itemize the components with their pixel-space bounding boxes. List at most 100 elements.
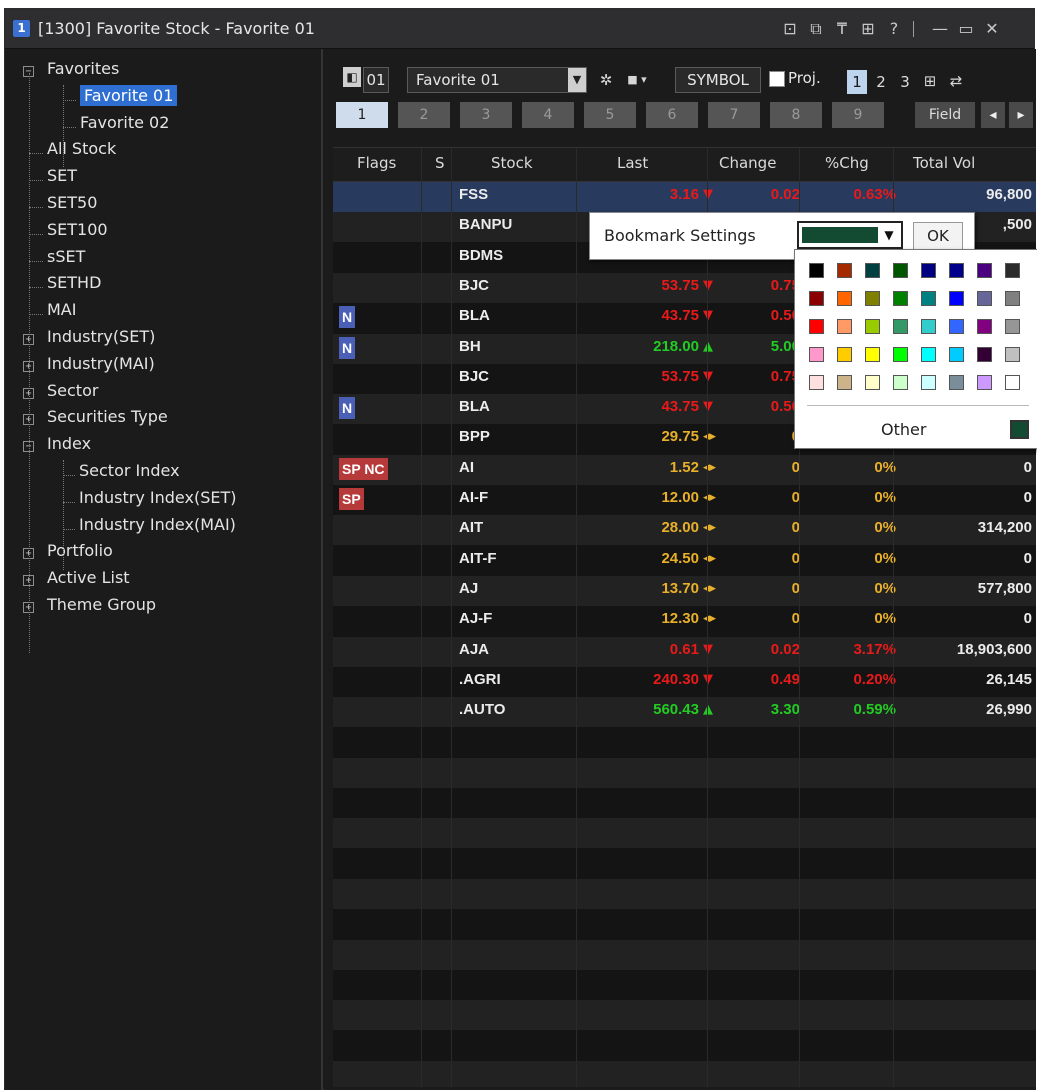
tab-4[interactable]: 4	[522, 102, 574, 128]
chevron-down-icon[interactable]: ▼	[568, 68, 586, 92]
chevron-down-icon[interactable]: ▼	[880, 227, 898, 243]
table-row[interactable]: AJA 0.61 ▼ 0.02 3.17% 18,903,600	[333, 636, 1036, 667]
table-row[interactable]	[333, 727, 1036, 757]
add-column-icon[interactable]: ⊞	[919, 68, 941, 94]
color-swatch[interactable]	[977, 375, 992, 390]
color-swatch[interactable]	[893, 319, 908, 334]
tree-item-sector[interactable]: Sector	[47, 381, 98, 405]
tab-6[interactable]: 6	[646, 102, 698, 128]
table-row[interactable]	[333, 878, 1036, 909]
color-swatch[interactable]	[893, 291, 908, 306]
swap-icon[interactable]: ⇄	[945, 68, 967, 94]
table-row[interactable]	[333, 1060, 1036, 1087]
tree-item-favorite-01[interactable]: Favorite 01	[80, 84, 178, 110]
table-row[interactable]	[333, 1000, 1036, 1031]
color-swatch[interactable]	[949, 347, 964, 362]
group-number-field[interactable]: 01	[363, 67, 389, 93]
color-swatch[interactable]	[1005, 347, 1020, 362]
color-swatch[interactable]	[1005, 319, 1020, 334]
table-row[interactable]	[333, 939, 1036, 970]
table-row[interactable]	[333, 818, 1036, 849]
pin-icon[interactable]: ₸	[831, 18, 853, 40]
color-swatch[interactable]	[949, 319, 964, 334]
color-swatch[interactable]	[893, 375, 908, 390]
table-row[interactable]: .AGRI 240.30 ▼ 0.49 0.20% 26,145	[333, 667, 1036, 697]
table-row[interactable]	[333, 757, 1036, 788]
tree-item-favorite-02[interactable]: Favorite 02	[80, 113, 169, 137]
tab-2[interactable]: 2	[398, 102, 450, 128]
other-color-label[interactable]: Other	[881, 420, 926, 439]
column-header--chg[interactable]: %Chg	[825, 154, 869, 172]
page-button-2[interactable]: 2	[871, 70, 891, 94]
tree-item-industry-set[interactable]: Industry(SET)	[47, 327, 155, 351]
tree-item-set100[interactable]: SET100	[47, 220, 108, 244]
tab-1[interactable]: 1	[336, 102, 388, 128]
table-row[interactable]	[333, 970, 1036, 1000]
color-swatch[interactable]	[837, 347, 852, 362]
layout-icon[interactable]: ⊞	[857, 18, 879, 40]
tree-item-sethd[interactable]: SETHD	[47, 273, 101, 297]
color-swatch[interactable]	[837, 291, 852, 306]
color-swatch[interactable]	[1005, 263, 1020, 278]
page-button-3[interactable]: 3	[895, 70, 915, 94]
tree-item-all-stock[interactable]: All Stock	[47, 139, 116, 163]
minimize-icon[interactable]: —	[929, 18, 951, 40]
tree-item-industry-index-mai[interactable]: Industry Index(MAI)	[79, 515, 236, 539]
tree-item-industry-index-set[interactable]: Industry Index(SET)	[79, 488, 236, 512]
column-header-stock[interactable]: Stock	[491, 154, 533, 172]
field-button[interactable]: Field	[915, 102, 975, 128]
tree-item-set50[interactable]: SET50	[47, 193, 97, 217]
color-swatch[interactable]	[949, 291, 964, 306]
help-icon[interactable]: ?	[883, 18, 905, 40]
tree-item-portfolio[interactable]: Portfolio	[47, 541, 113, 565]
table-row[interactable]: AJ-F 12.30 ◂▸ 0 0% 0	[333, 606, 1036, 636]
grid-view-icon[interactable]: ◧	[343, 67, 361, 87]
table-row[interactable]: SP NC AI 1.52 ◂▸ 0 0% 0	[333, 454, 1036, 485]
tree-item-active-list[interactable]: Active List	[47, 568, 130, 592]
color-swatch[interactable]	[837, 375, 852, 390]
color-swatch[interactable]	[921, 375, 936, 390]
table-row[interactable]	[333, 909, 1036, 939]
tab-5[interactable]: 5	[584, 102, 636, 128]
bookmark-color-select[interactable]: ▼	[797, 221, 903, 249]
table-row[interactable]: AIT-F 24.50 ◂▸ 0 0% 0	[333, 546, 1036, 576]
link-window-icon[interactable]: ⊡	[779, 18, 801, 40]
color-swatch[interactable]	[809, 375, 824, 390]
tree-item-industry-mai[interactable]: Industry(MAI)	[47, 354, 155, 378]
color-swatch[interactable]	[921, 263, 936, 278]
tab-3[interactable]: 3	[460, 102, 512, 128]
column-header-flags[interactable]: Flags	[357, 154, 396, 172]
color-swatch[interactable]	[809, 319, 824, 334]
tree-item-sector-index[interactable]: Sector Index	[79, 461, 180, 485]
group-select[interactable]: Favorite 01 ▼	[407, 67, 587, 93]
color-mark-dropdown[interactable]: ■ ▾	[625, 67, 649, 93]
close-icon[interactable]: ✕	[981, 18, 1003, 40]
maximize-icon[interactable]: ▭	[955, 18, 977, 40]
title-bar[interactable]: 1 [1300] Favorite Stock - Favorite 01 ⊡ …	[5, 9, 1034, 49]
color-swatch[interactable]	[977, 263, 992, 278]
color-swatch[interactable]	[949, 263, 964, 278]
color-swatch[interactable]	[837, 319, 852, 334]
color-swatch[interactable]	[809, 347, 824, 362]
tab-9[interactable]: 9	[832, 102, 884, 128]
page-button-1[interactable]: 1	[847, 70, 867, 94]
color-swatch[interactable]	[1005, 375, 1020, 390]
table-row[interactable]	[333, 849, 1036, 879]
scroll-right-icon[interactable]: ▸	[1009, 102, 1033, 128]
column-header-s[interactable]: S	[435, 154, 445, 172]
color-swatch[interactable]	[977, 291, 992, 306]
color-swatch[interactable]	[893, 347, 908, 362]
color-swatch[interactable]	[921, 319, 936, 334]
other-color-swatch[interactable]	[1010, 420, 1029, 439]
column-header-last[interactable]: Last	[617, 154, 648, 172]
color-swatch[interactable]	[809, 291, 824, 306]
table-row[interactable]	[333, 1030, 1036, 1060]
tree-item-theme-group[interactable]: Theme Group	[47, 595, 156, 619]
color-swatch[interactable]	[921, 291, 936, 306]
scroll-left-icon[interactable]: ◂	[981, 102, 1005, 128]
color-swatch[interactable]	[977, 319, 992, 334]
table-row[interactable]: .AUTO 560.43 ▲ 3.30 0.59% 26,990	[333, 697, 1036, 728]
tree-item-index[interactable]: Index	[47, 434, 91, 458]
symbol-button[interactable]: SYMBOL	[675, 67, 761, 93]
column-header-change[interactable]: Change	[719, 154, 776, 172]
